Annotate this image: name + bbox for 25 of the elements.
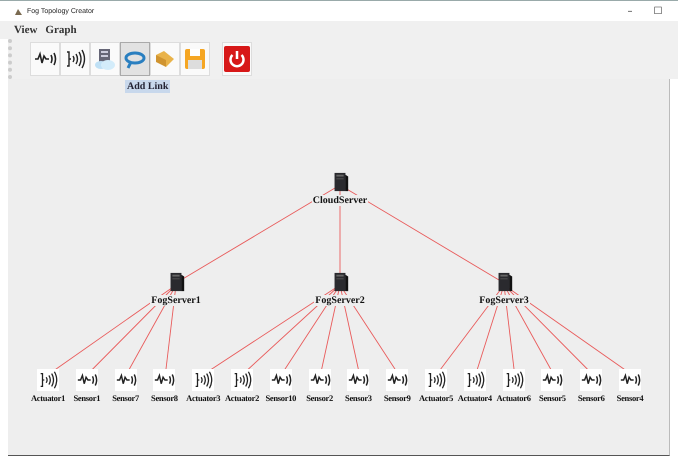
node-label: Sensor3	[344, 393, 373, 403]
node-label: Sensor10	[264, 393, 298, 403]
node-label: CloudServer	[312, 195, 368, 206]
node-label: Actuator1	[30, 393, 66, 403]
node-label: Sensor7	[111, 393, 140, 403]
node-label: Sensor9	[382, 393, 412, 403]
menu-item[interactable]: View	[14, 24, 38, 36]
node-label: Sensor5	[538, 393, 567, 403]
node-label: Actuator6	[496, 393, 532, 403]
node-label: Actuator3	[185, 393, 222, 403]
menu-item[interactable]: Graph	[45, 24, 77, 36]
node-label: FogServer1	[150, 295, 202, 306]
minimize-button[interactable]: –	[618, 6, 642, 16]
node-label: Sensor2	[305, 393, 334, 403]
node-label: Actuator4	[456, 393, 493, 403]
node-label: Actuator5	[418, 393, 454, 403]
maximize-button[interactable]: ☐	[646, 6, 670, 16]
node-label: Sensor4	[616, 393, 644, 403]
node-label: FogServer2	[314, 295, 366, 306]
tooltip: Add Link	[125, 80, 170, 93]
node-label: Sensor1	[72, 393, 102, 403]
node-label: Sensor6	[576, 393, 606, 403]
node-label: FogServer3	[478, 295, 530, 306]
node-label: Sensor8	[150, 393, 179, 403]
node-label: Actuator2	[224, 393, 260, 403]
